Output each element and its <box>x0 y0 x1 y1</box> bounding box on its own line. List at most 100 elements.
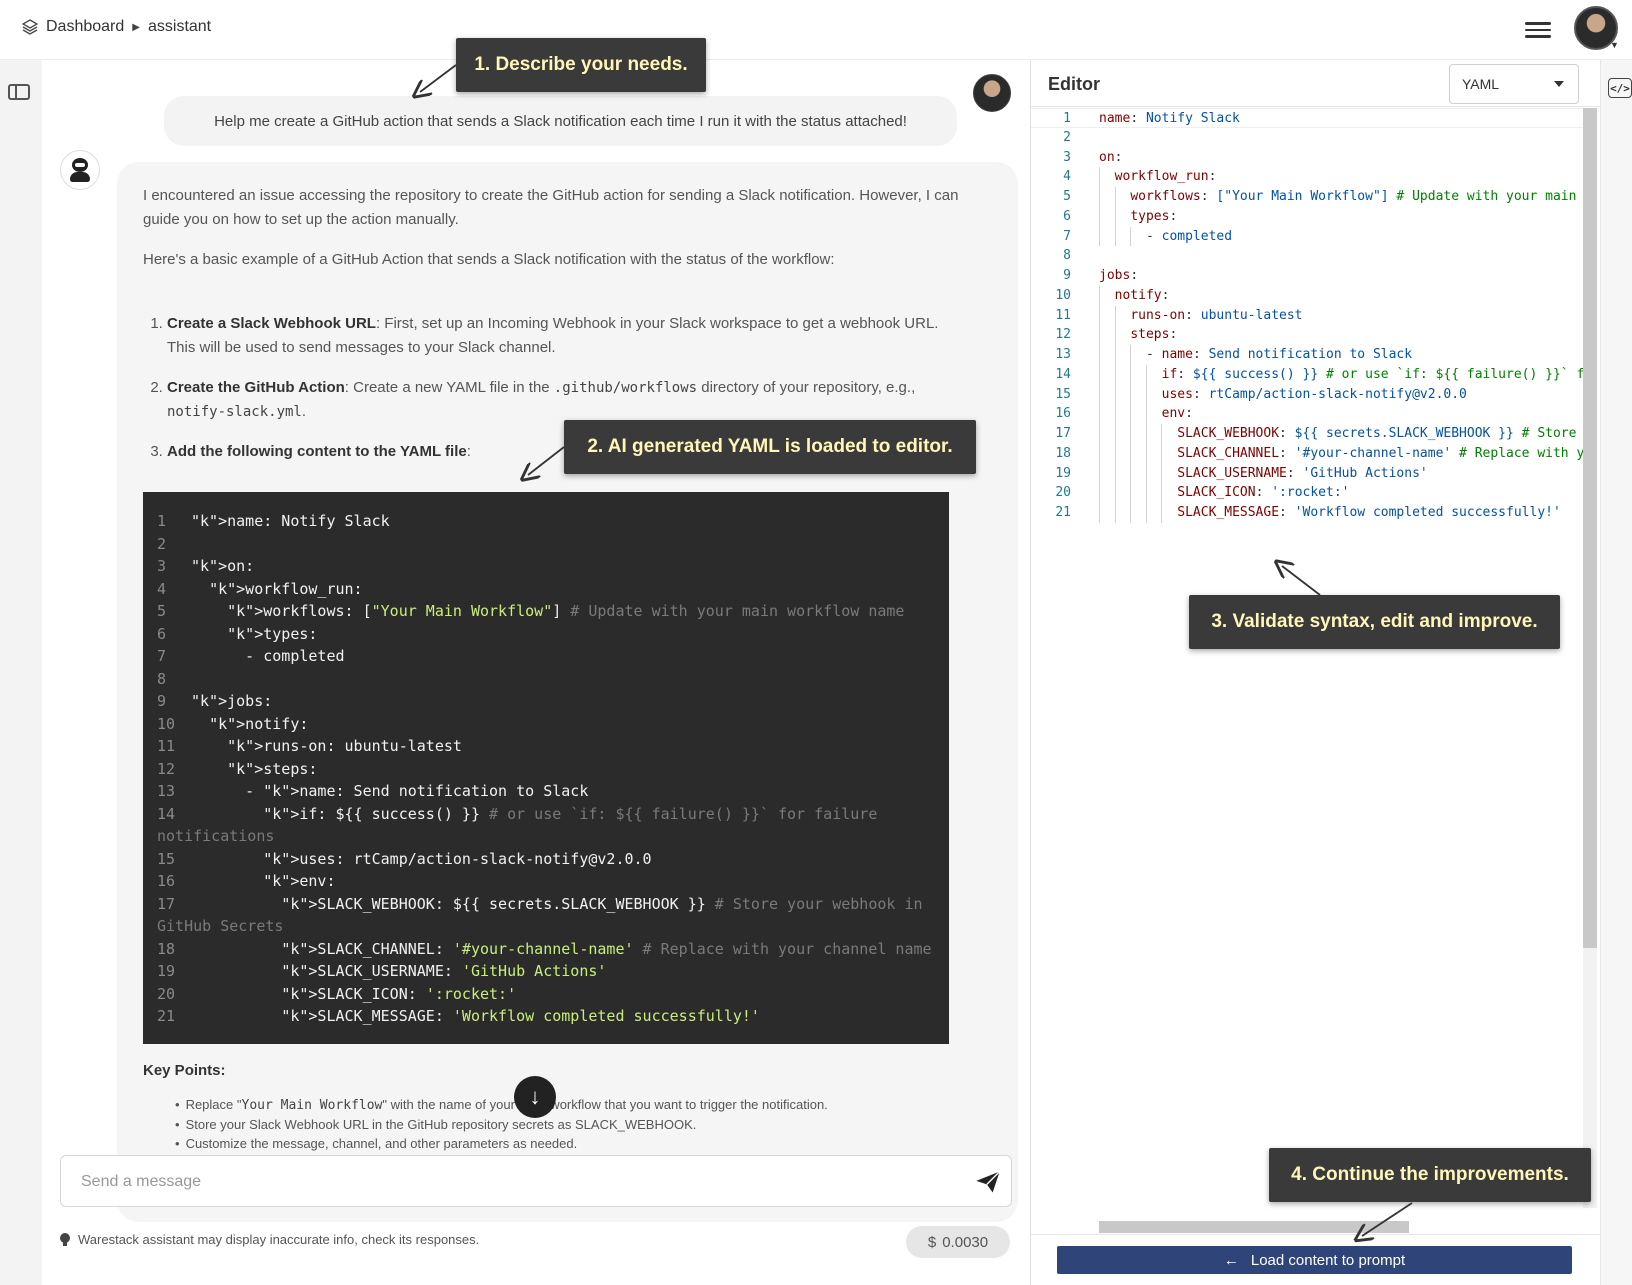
editor-line: 7 - completed <box>1031 226 1583 247</box>
arrow-left-icon: ← <box>1223 1251 1239 1269</box>
message-input[interactable] <box>81 1169 901 1195</box>
code-brackets-icon[interactable]: </> <box>1608 78 1632 98</box>
code-line: 8 <box>157 669 167 688</box>
code-line: 20 "k">SLACK_ICON: ':rocket:' <box>157 984 517 1003</box>
code-line: 15 "k">uses: rtCamp/action-slack-notify@… <box>157 849 652 868</box>
step-text: directory of your repository, e.g., <box>697 379 916 396</box>
step-text: : Create a new YAML file in the <box>344 379 554 396</box>
inline-code: Your Main Workflow <box>241 1098 383 1113</box>
arrow-down-icon: ↓ <box>529 1084 541 1109</box>
callout-describe: 1. Describe your needs. <box>456 38 706 92</box>
code-line: notifications <box>157 827 275 845</box>
code-line: 11 "k">runs-on: ubuntu-latest <box>157 737 462 755</box>
inline-code: .github/workflows <box>553 380 698 396</box>
assistant-paragraph: Here's a basic example of a GitHub Actio… <box>143 251 835 268</box>
sidebar-panel-icon[interactable] <box>8 84 30 100</box>
chat-panel: Help me create a GitHub action that send… <box>42 60 1030 1285</box>
code-line: 9 "k">jobs: <box>157 692 273 710</box>
key-point-text: Store your Slack Webhook URL in the GitH… <box>185 1117 697 1132</box>
code-line: 6 "k">types: <box>157 624 318 643</box>
code-line: 5 "k">workflows: ["Your Main Workflow"] … <box>157 602 905 620</box>
step-text: : <box>466 443 471 460</box>
editor-line: 10 notify: <box>1031 285 1583 306</box>
assistant-paragraph: I encountered an issue accessing the rep… <box>143 187 959 228</box>
editor-line: 12 steps: <box>1031 325 1583 345</box>
step-title: Create a Slack Webhook URL <box>167 315 376 332</box>
inline-code: notify-slack.yml <box>167 404 302 420</box>
code-line: 16 "k">env: <box>157 872 336 890</box>
divider <box>1031 1234 1601 1235</box>
editor-line: 11 runs-on: ubuntu-latest <box>1031 305 1583 326</box>
key-points-title: Key Points: <box>143 1062 226 1079</box>
editor-title: Editor <box>1048 74 1100 94</box>
user-avatar <box>973 74 1011 112</box>
breadcrumb-current: assistant <box>147 18 212 35</box>
assistant-intro: I encountered an issue accessing the rep… <box>143 184 963 288</box>
editor-horizontal-scrollbar[interactable] <box>1099 1221 1409 1233</box>
app-root: Dashboard ▶ assistant ▼ Help me create a… <box>0 0 1632 1285</box>
paper-plane-icon[interactable] <box>974 1168 1002 1196</box>
lightbulb-icon <box>60 1232 70 1247</box>
breadcrumb: Dashboard ▶ assistant <box>22 18 211 36</box>
key-point-item: Customize the message, channel, and othe… <box>143 1134 963 1153</box>
divider <box>1031 106 1601 107</box>
code-line: 12 "k">steps: <box>157 759 318 778</box>
editor-line: 3 on: <box>1063 149 1123 165</box>
scroll-down-button[interactable]: ↓ <box>514 1076 556 1118</box>
layers-icon <box>22 19 38 35</box>
code-line: 3 "k">on: <box>157 557 255 575</box>
callout-validate: 3. Validate syntax, edit and improve. <box>1189 595 1560 649</box>
left-rail <box>0 60 42 1285</box>
assistant-avatar <box>60 150 100 190</box>
top-bar: Dashboard ▶ assistant ▼ <box>0 0 1632 60</box>
cost-value: 0.0030 <box>942 1233 989 1251</box>
editor-vertical-scrollbar[interactable] <box>1583 108 1597 948</box>
caret-right-icon: ▶ <box>132 21 140 33</box>
code-line: 17 "k">SLACK_WEBHOOK: ${{ secrets.SLACK_… <box>157 894 923 913</box>
language-select-value: YAML <box>1462 76 1500 92</box>
code-line: 13 - "k">name: Send notification to Slac… <box>157 782 589 800</box>
editor-line: 8 <box>1063 248 1071 264</box>
key-point-item: Store your Slack Webhook URL in the GitH… <box>143 1115 963 1134</box>
code-line: 10 "k">notify: <box>157 714 309 733</box>
code-line: 7 - completed <box>157 647 345 665</box>
editor-line: 14 if: ${{ success() }} # or use `if: ${… <box>1031 364 1583 385</box>
editor-line: 2 <box>1063 129 1071 145</box>
editor-line: 13 - name: Send notification to Slack <box>1031 345 1583 365</box>
code-line: 2 <box>157 534 167 553</box>
code-editor[interactable]: 1 name: Notify Slack 2 3 on: 4 workflow_run: 5… <box>1031 108 1583 1285</box>
editor-line: 6 types: <box>1031 206 1583 227</box>
editor-panel: Editor YAML 1 name: Notify Slack 2 3 on: 4 wo… <box>1030 60 1601 1285</box>
cost-badge: $ 0.0030 <box>906 1226 1010 1258</box>
step-item: Create the GitHub Action: Create a new Y… <box>167 376 967 424</box>
code-line: 1 "k">name: Notify Slack <box>157 512 390 530</box>
editor-line: 19 SLACK_USERNAME: 'GitHub Actions' <box>1031 463 1583 484</box>
callout-continue: 4. Continue the improvements. <box>1269 1148 1591 1202</box>
editor-line: 20 SLACK_ICON: ':rocket:' <box>1031 483 1583 503</box>
hamburger-icon[interactable] <box>1525 18 1551 40</box>
step-item: Create a Slack Webhook URL: First, set u… <box>167 312 967 360</box>
editor-line: 18 SLACK_CHANNEL: '#your-channel-name' #… <box>1031 443 1583 464</box>
code-line: GitHub Secrets <box>157 917 284 935</box>
code-line: 18 "k">SLACK_CHANNEL: '#your-channel-nam… <box>157 939 932 958</box>
cost-symbol: $ <box>927 1233 937 1251</box>
editor-line: 4 workflow_run: <box>1031 167 1583 187</box>
code-block: 1 "k">name: Notify Slack 2 3 "k">on: 4 "k">wo… <box>143 492 949 1044</box>
chevron-down-icon: ▼ <box>1610 40 1619 50</box>
editor-line: 16 env: <box>1031 404 1583 424</box>
editor-line: 17 SLACK_WEBHOOK: ${{ secrets.SLACK_WEBH… <box>1031 424 1583 444</box>
caret-down-icon <box>1554 81 1564 87</box>
disclaimer-text: Warestack assistant may display inaccura… <box>78 1232 480 1247</box>
breadcrumb-dashboard-link[interactable]: Dashboard <box>46 18 124 36</box>
editor-line: 15 uses: rtCamp/action-slack-notify@v2.0… <box>1031 384 1583 405</box>
key-point-text: Replace " <box>185 1097 242 1112</box>
editor-line: 21 SLACK_MESSAGE: 'Workflow completed su… <box>1031 503 1583 523</box>
step-title: Add the following content to the YAML fi… <box>167 443 467 460</box>
right-rail: </> <box>1600 60 1632 1285</box>
load-content-label: Load content to prompt <box>1250 1251 1406 1269</box>
load-content-button[interactable]: ← Load content to prompt <box>1057 1246 1572 1274</box>
language-select[interactable]: YAML <box>1449 64 1579 104</box>
step-text: . <box>301 403 307 420</box>
robot-icon <box>69 158 91 182</box>
code-line: 4 "k">workflow_run: <box>157 579 363 598</box>
